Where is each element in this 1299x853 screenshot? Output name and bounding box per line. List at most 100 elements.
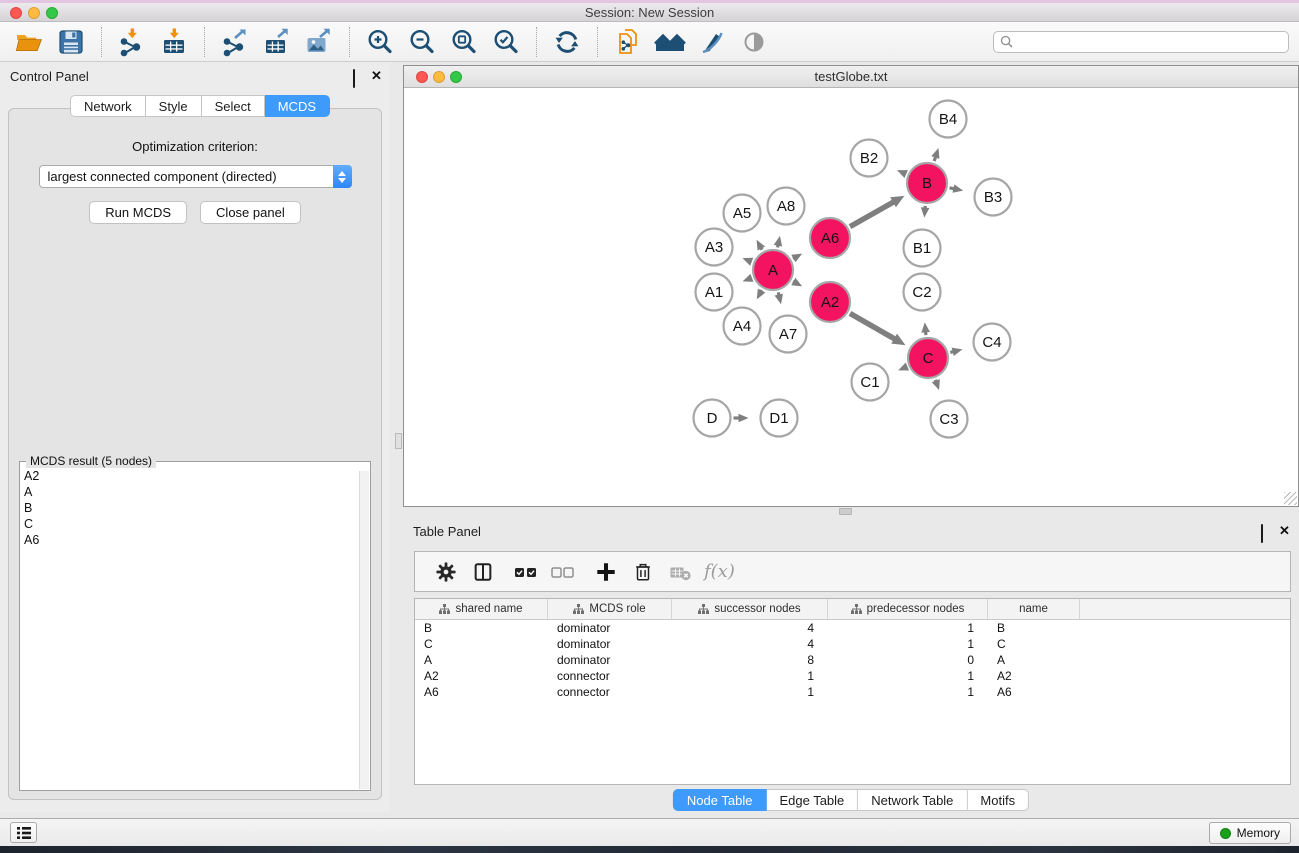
tab-network[interactable]: Network bbox=[70, 95, 146, 117]
memory-button[interactable]: Memory bbox=[1209, 822, 1291, 844]
result-item[interactable]: C bbox=[24, 516, 359, 532]
graph-node-B2[interactable]: B2 bbox=[851, 140, 888, 177]
tab-style[interactable]: Style bbox=[146, 95, 202, 117]
column-header-predecessor-nodes[interactable]: predecessor nodes bbox=[828, 599, 988, 619]
network-zoom-traffic-light[interactable] bbox=[450, 71, 462, 83]
zoom-in-icon[interactable] bbox=[361, 25, 399, 59]
close-panel-button[interactable]: Close panel bbox=[200, 201, 301, 224]
graph-node-B3[interactable]: B3 bbox=[975, 179, 1012, 216]
table-row[interactable]: Bdominator41B bbox=[415, 620, 1290, 636]
graph-node-A6[interactable]: A6 bbox=[810, 218, 850, 258]
close-panel-icon[interactable]: ✕ bbox=[371, 70, 382, 81]
column-header-name[interactable]: name bbox=[988, 599, 1080, 619]
tab-mcds[interactable]: MCDS bbox=[265, 95, 330, 117]
cell-name[interactable]: A6 bbox=[988, 684, 1080, 700]
graph-node-D1[interactable]: D1 bbox=[761, 400, 798, 437]
deselect-all-icon[interactable] bbox=[546, 557, 580, 587]
cell-predecessor-nodes[interactable]: 1 bbox=[828, 636, 988, 652]
cell-successor-nodes[interactable]: 4 bbox=[672, 636, 828, 652]
column-header-shared-name[interactable]: shared name bbox=[415, 599, 548, 619]
resize-grip-icon[interactable] bbox=[1284, 492, 1297, 505]
import-network-icon[interactable] bbox=[113, 25, 151, 59]
graph-node-C[interactable]: C bbox=[908, 338, 948, 378]
cell-mcds-role[interactable]: dominator bbox=[548, 652, 672, 668]
table-row[interactable]: A6connector11A6 bbox=[415, 684, 1290, 700]
cell-mcds-role[interactable]: dominator bbox=[548, 620, 672, 636]
close-table-panel-icon[interactable]: ✕ bbox=[1279, 525, 1290, 536]
zoom-out-icon[interactable] bbox=[403, 25, 441, 59]
float-panel-icon[interactable] bbox=[353, 70, 364, 81]
result-item[interactable]: A6 bbox=[24, 532, 359, 548]
gear-icon[interactable] bbox=[429, 557, 463, 587]
tab-edge-table[interactable]: Edge Table bbox=[766, 789, 858, 811]
tab-select[interactable]: Select bbox=[202, 95, 265, 117]
cell-mcds-role[interactable]: connector bbox=[548, 668, 672, 684]
graph-node-A5[interactable]: A5 bbox=[724, 195, 761, 232]
export-image-icon[interactable] bbox=[300, 25, 338, 59]
cell-predecessor-nodes[interactable]: 0 bbox=[828, 652, 988, 668]
export-network-icon[interactable] bbox=[216, 25, 254, 59]
graph-edge-A2-C[interactable] bbox=[850, 313, 896, 339]
save-session-icon[interactable] bbox=[52, 25, 90, 59]
cell-successor-nodes[interactable]: 1 bbox=[672, 668, 828, 684]
table-row[interactable]: Cdominator41C bbox=[415, 636, 1290, 652]
cell-shared-name[interactable]: A2 bbox=[415, 668, 548, 684]
add-column-icon[interactable] bbox=[589, 557, 623, 587]
zoom-selected-icon[interactable] bbox=[487, 25, 525, 59]
cell-name[interactable]: A bbox=[988, 652, 1080, 668]
graph-node-A4[interactable]: A4 bbox=[724, 308, 761, 345]
run-mcds-button[interactable]: Run MCDS bbox=[89, 201, 187, 224]
column-header-mcds-role[interactable]: MCDS role bbox=[548, 599, 672, 619]
graph-node-B4[interactable]: B4 bbox=[930, 101, 967, 138]
network-minimize-traffic-light[interactable] bbox=[433, 71, 445, 83]
graph-node-C4[interactable]: C4 bbox=[974, 324, 1011, 361]
network-close-traffic-light[interactable] bbox=[416, 71, 428, 83]
optimization-criterion-select[interactable]: largest connected component (directed) bbox=[39, 165, 352, 188]
cell-shared-name[interactable]: A bbox=[415, 652, 548, 668]
column-header-successor-nodes[interactable]: successor nodes bbox=[672, 599, 828, 619]
home-icon[interactable] bbox=[651, 25, 689, 59]
graph-node-C3[interactable]: C3 bbox=[931, 401, 968, 438]
open-session-icon[interactable] bbox=[10, 25, 48, 59]
network-from-file-icon[interactable] bbox=[609, 25, 647, 59]
search-input[interactable] bbox=[1017, 35, 1282, 49]
graph-node-A8[interactable]: A8 bbox=[768, 188, 805, 225]
cell-successor-nodes[interactable]: 1 bbox=[672, 684, 828, 700]
cell-successor-nodes[interactable]: 4 bbox=[672, 620, 828, 636]
table-row[interactable]: A2connector11A2 bbox=[415, 668, 1290, 684]
graph-node-B[interactable]: B bbox=[907, 163, 947, 203]
graph-edge-A6-B[interactable] bbox=[850, 201, 895, 226]
graph-node-C2[interactable]: C2 bbox=[904, 274, 941, 311]
result-item[interactable]: A2 bbox=[24, 468, 359, 484]
cell-shared-name[interactable]: C bbox=[415, 636, 548, 652]
graph-node-A3[interactable]: A3 bbox=[696, 229, 733, 266]
tab-network-table[interactable]: Network Table bbox=[858, 789, 967, 811]
cell-mcds-role[interactable]: dominator bbox=[548, 636, 672, 652]
graph-node-D[interactable]: D bbox=[694, 400, 731, 437]
float-table-panel-icon[interactable] bbox=[1261, 525, 1272, 536]
delete-table-icon[interactable] bbox=[663, 557, 697, 587]
cell-predecessor-nodes[interactable]: 1 bbox=[828, 684, 988, 700]
select-all-checked-icon[interactable] bbox=[509, 557, 543, 587]
zoom-fit-icon[interactable] bbox=[445, 25, 483, 59]
graph-node-A[interactable]: A bbox=[753, 250, 793, 290]
toggle-annotations-icon[interactable] bbox=[693, 25, 731, 59]
graph-node-B1[interactable]: B1 bbox=[904, 230, 941, 267]
cell-successor-nodes[interactable]: 8 bbox=[672, 652, 828, 668]
cell-name[interactable]: B bbox=[988, 620, 1080, 636]
refresh-network-icon[interactable] bbox=[548, 25, 586, 59]
tab-node-table[interactable]: Node Table bbox=[673, 789, 767, 811]
tab-motifs[interactable]: Motifs bbox=[967, 789, 1029, 811]
cell-predecessor-nodes[interactable]: 1 bbox=[828, 620, 988, 636]
cell-shared-name[interactable]: A6 bbox=[415, 684, 548, 700]
minimize-traffic-light[interactable] bbox=[28, 7, 40, 19]
columns-icon[interactable] bbox=[466, 557, 500, 587]
result-item[interactable]: A bbox=[24, 484, 359, 500]
search-box[interactable] bbox=[993, 31, 1289, 53]
graph-node-C1[interactable]: C1 bbox=[852, 364, 889, 401]
zoom-traffic-light[interactable] bbox=[46, 7, 58, 19]
task-list-icon[interactable] bbox=[10, 822, 37, 843]
graph-node-A2[interactable]: A2 bbox=[810, 282, 850, 322]
cell-mcds-role[interactable]: connector bbox=[548, 684, 672, 700]
toggle-visibility-eye-icon[interactable] bbox=[735, 25, 773, 59]
